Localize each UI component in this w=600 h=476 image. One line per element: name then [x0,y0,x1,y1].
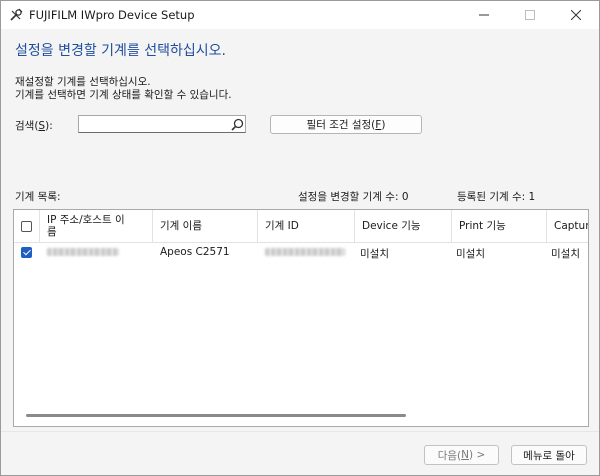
footer-bar: 다음(N) > 메뉴로 돌아 [1,431,599,475]
minimize-button[interactable] [461,1,507,29]
main-content: 설정을 변경할 기계를 선택하십시오. 재설정할 기계를 선택하십시오. 기계를… [1,29,599,431]
machine-id-cell [265,246,345,259]
table-header: IP 주소/호스트 이 름 기계 이름 기계 ID Device 기능 Prin… [14,210,588,243]
maximize-button[interactable] [507,1,553,29]
column-header-capture[interactable]: Capture [547,210,588,242]
column-header-print[interactable]: Print 기능 [452,210,547,242]
machine-list-label: 기계 목록: [15,191,61,203]
app-window: FUJIFILM IWpro Device Setup 설정을 변경할 기계를 … [0,0,600,476]
change-count-text: 설정을 변경할 기계 수: 0 [298,191,409,203]
search-input[interactable] [78,115,246,133]
capture-function-cell: 미설치 [551,248,580,260]
machine-table: IP 주소/호스트 이 름 기계 이름 기계 ID Device 기능 Prin… [13,209,589,427]
instruction-line-2: 기계를 선택하면 기계 상태를 확인할 수 있습니다. [15,89,232,101]
header-select-cell [14,210,40,242]
column-header-machine-id[interactable]: 기계 ID [258,210,355,242]
registered-count-text: 등록된 기계 수: 1 [457,191,536,203]
column-header-ip[interactable]: IP 주소/호스트 이 름 [40,210,153,242]
back-to-menu-button[interactable]: 메뉴로 돌아 [511,445,587,465]
page-heading: 설정을 변경할 기계를 선택하십시오. [15,43,226,59]
horizontal-scrollbar[interactable] [26,414,406,417]
search-icon[interactable] [231,118,244,131]
machine-name-cell: Apeos C2571 [160,246,230,258]
ip-address-cell [47,246,119,259]
select-all-checkbox[interactable] [21,221,32,232]
close-icon [571,10,581,20]
search-label: 검색(S): [15,120,53,132]
wrench-screwdriver-icon [10,8,23,21]
column-header-machine-name[interactable]: 기계 이름 [153,210,258,242]
filter-settings-button[interactable]: 필터 조건 설정(F) [270,115,422,134]
title-bar[interactable]: FUJIFILM IWpro Device Setup [1,1,599,29]
row-checkbox[interactable] [21,247,32,258]
window-title: FUJIFILM IWpro Device Setup [29,8,195,22]
table-row[interactable]: Apeos C2571 미설치 미설치 미설치 [14,242,588,262]
print-function-cell: 미설치 [456,248,485,260]
minimize-icon [479,14,489,16]
next-button[interactable]: 다음(N) > [424,445,499,465]
maximize-icon [525,10,535,20]
close-button[interactable] [553,1,599,29]
device-function-cell: 미설치 [360,248,389,260]
column-header-device[interactable]: Device 기능 [355,210,452,242]
